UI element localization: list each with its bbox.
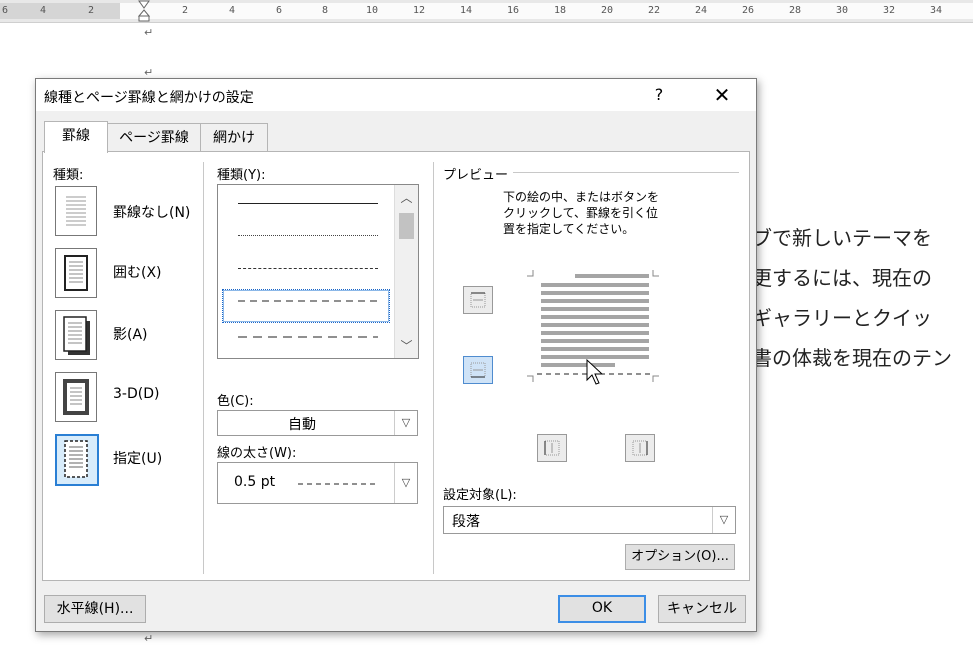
preview-instruction: クリックして、罫線を引く位 — [503, 206, 659, 220]
apply-to-value: 段落 — [452, 514, 480, 530]
close-button[interactable]: ✕ — [704, 83, 740, 107]
document-line: ブで新しいテーマを — [752, 226, 932, 250]
tab-shading[interactable]: 網かけ — [200, 123, 268, 152]
borders-panel: 種類: 罫線なし(N) 囲む(X) 影(A) 3-D(D) 指定(U) 種類(Y… — [42, 151, 750, 581]
setting-shadow-button[interactable] — [55, 310, 97, 360]
tab-borders[interactable]: 罫線 — [44, 121, 108, 153]
width-label: 線の太さ(W): — [217, 446, 297, 461]
borders-and-shading-dialog: 線種とページ罫線と網かけの設定 ? ✕ 罫線 ページ罫線 網かけ 種類: 罫線な… — [35, 78, 757, 632]
setting-box-label: 囲む(X) — [113, 265, 162, 281]
paragraph-mark: ↵ — [144, 632, 154, 645]
ruler-number: 32 — [883, 5, 896, 16]
line-style-solid[interactable] — [238, 203, 378, 204]
document-line: 書の体裁を現在のテン — [752, 346, 952, 370]
preview-instruction: 下の絵の中、またはボタンを — [503, 190, 660, 204]
ruler-number: 28 — [789, 5, 802, 16]
ok-button[interactable]: OK — [558, 595, 646, 623]
width-sample-line — [298, 483, 378, 485]
line-style-selected[interactable] — [222, 289, 390, 323]
box-border-icon — [64, 255, 88, 291]
ruler-number: 30 — [836, 5, 849, 16]
ruler-number: 20 — [601, 5, 614, 16]
line-style-list[interactable]: ︿ ﹀ — [217, 184, 419, 359]
dialog-titlebar[interactable]: 線種とページ罫線と網かけの設定 ? ✕ — [36, 79, 756, 111]
line-style-dash-dot[interactable] — [238, 335, 378, 339]
ruler-number: 18 — [554, 5, 567, 16]
color-dropdown[interactable]: 自動 ▽ — [217, 410, 418, 436]
tab-page-border[interactable]: ページ罫線 — [107, 123, 201, 152]
line-style-dashed-small[interactable] — [238, 268, 378, 269]
width-value: 0.5 pt — [234, 474, 276, 490]
cancel-button[interactable]: キャンセル — [658, 595, 746, 623]
ruler-number: 8 — [322, 5, 329, 16]
left-border-button[interactable] — [537, 434, 567, 462]
custom-border-icon — [64, 440, 88, 478]
indent-marker-icon[interactable] — [138, 0, 150, 22]
right-border-button[interactable] — [625, 434, 655, 462]
ruler-number: 4 — [40, 5, 47, 16]
preview-instruction: 置を指定してください。 — [503, 222, 635, 236]
setting-custom-label: 指定(U) — [113, 451, 163, 467]
3d-border-icon — [63, 379, 89, 415]
chevron-down-icon[interactable]: ▽ — [712, 507, 735, 533]
setting-box-button[interactable] — [55, 248, 97, 298]
ruler-number: 34 — [930, 5, 943, 16]
setting-label: 種類: — [53, 168, 84, 183]
scroll-down-icon[interactable]: ﹀ — [395, 337, 418, 355]
ruler-number: 10 — [366, 5, 379, 16]
bottom-border-icon — [470, 362, 486, 378]
options-button[interactable]: オプション(O)... — [625, 544, 735, 570]
style-label: 種類(Y): — [217, 168, 266, 183]
right-border-icon — [632, 440, 648, 456]
setting-shadow-label: 影(A) — [113, 327, 148, 343]
ruler-number: 6 — [2, 5, 9, 16]
line-style-dashed — [238, 300, 378, 302]
ruler-margin — [0, 3, 120, 19]
ruler-number: 24 — [695, 5, 708, 16]
setting-none-button[interactable] — [55, 186, 97, 236]
scroll-up-icon[interactable]: ︿ — [395, 189, 418, 207]
column-divider — [203, 162, 204, 574]
ruler-number: 14 — [460, 5, 473, 16]
apply-to-dropdown[interactable]: 段落 ▽ — [443, 506, 736, 534]
apply-to-label: 設定対象(L): — [443, 488, 517, 503]
horizontal-line-button[interactable]: 水平線(H)... — [44, 595, 146, 623]
preview-label: プレビュー — [443, 168, 509, 183]
ruler-number: 2 — [88, 5, 95, 16]
top-border-button[interactable] — [463, 286, 493, 314]
dialog-title: 線種とページ罫線と網かけの設定 — [44, 90, 254, 106]
line-style-dotted[interactable] — [238, 235, 378, 236]
document-line: ギャラリーとクイッ — [752, 306, 932, 330]
preview-separator — [513, 172, 739, 173]
ruler-number: 16 — [507, 5, 520, 16]
chevron-down-icon[interactable]: ▽ — [394, 411, 417, 435]
setting-custom-button[interactable] — [55, 434, 99, 486]
ruler-number: 2 — [182, 5, 189, 16]
color-label: 色(C): — [217, 394, 254, 409]
column-divider — [433, 162, 434, 574]
chevron-down-icon[interactable]: ▽ — [394, 463, 417, 503]
horizontal-ruler[interactable]: 6 4 2 2 4 6 8 10 12 14 16 18 20 22 24 26… — [0, 0, 973, 23]
shadow-border-icon — [63, 316, 90, 355]
help-button[interactable]: ? — [644, 83, 674, 107]
ruler-number: 22 — [648, 5, 661, 16]
ruler-number: 12 — [413, 5, 426, 16]
no-border-icon — [66, 196, 86, 226]
ruler-number: 6 — [276, 5, 283, 16]
top-border-icon — [470, 292, 486, 308]
style-list-scrollbar[interactable]: ︿ ﹀ — [394, 185, 418, 358]
setting-none-label: 罫線なし(N) — [113, 205, 191, 221]
ruler-number: 4 — [229, 5, 236, 16]
scroll-thumb[interactable] — [399, 213, 414, 239]
paragraph-mark: ↵ — [144, 26, 154, 39]
left-border-icon — [544, 440, 560, 456]
bottom-border-button[interactable] — [463, 356, 493, 384]
color-value: 自動 — [288, 417, 316, 433]
document-line: 更するには、現在の — [752, 266, 932, 290]
ruler-number: 26 — [742, 5, 755, 16]
setting-3d-label: 3-D(D) — [113, 386, 160, 402]
width-dropdown[interactable]: 0.5 pt ▽ — [217, 462, 418, 504]
setting-3d-button[interactable] — [55, 372, 97, 422]
preview-area[interactable] — [523, 262, 663, 412]
